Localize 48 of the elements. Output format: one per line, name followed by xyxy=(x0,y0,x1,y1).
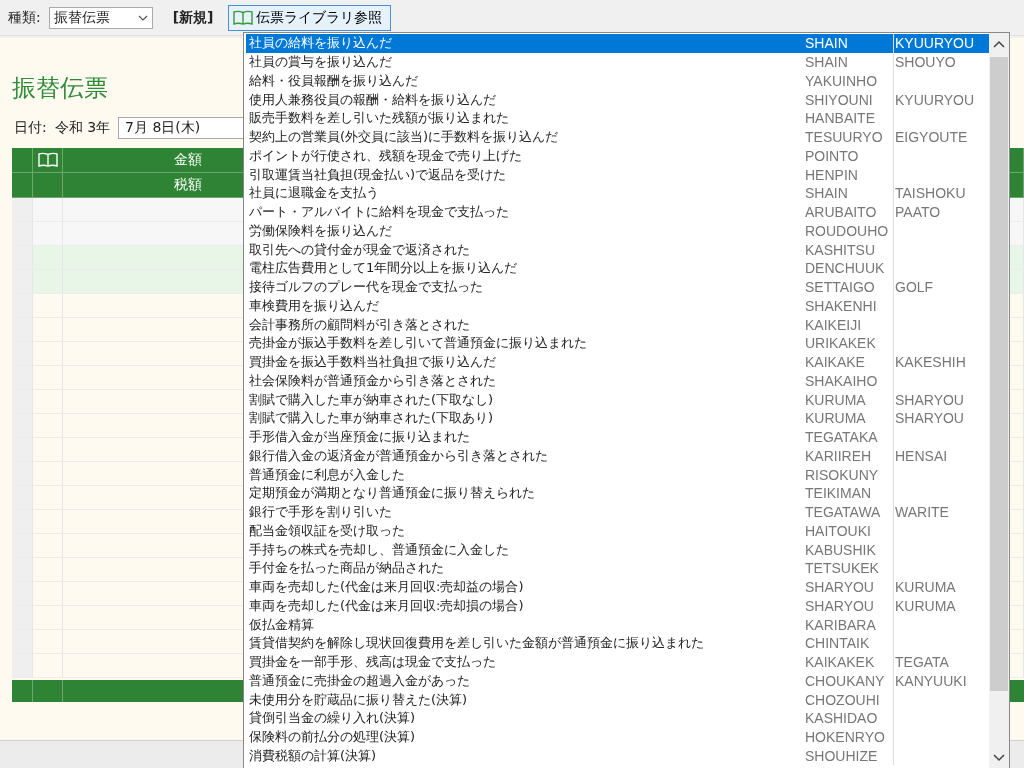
list-item[interactable]: 社員の賞与を振り込んだ SHAIN SHOUYO xyxy=(246,52,989,72)
list-item[interactable]: 手付金を払った商品が納品された TETSUKEK xyxy=(246,559,989,578)
list-item[interactable]: 給料・役員報酬を振り込んだ YAKUINHO xyxy=(246,71,989,91)
list-item[interactable]: パート・アルバイトに給料を現金で支払った ARUBAITO PAATO xyxy=(246,202,989,222)
list-item[interactable]: 仮払金精算 KARIBARA xyxy=(246,615,989,634)
list-item[interactable]: 普通預金に利息が入金した RISOKUNY xyxy=(246,465,989,484)
list-item[interactable]: 銀行借入金の返済金が普通預金から引き落とされた KARIIREH HENSAI xyxy=(246,446,989,466)
list-item[interactable]: 労働保険料を振り込んだ ROUDOUHO xyxy=(246,221,989,241)
list-item[interactable]: 社員の給料を振り込んだ SHAIN KYUURYOU xyxy=(246,34,989,53)
list-item[interactable]: 配当金領収証を受け取った HAITOUKI xyxy=(246,521,989,541)
list-item[interactable]: 貸倒引当金の繰り入れ(決算) KASHIDAO xyxy=(246,709,989,728)
list-item[interactable]: 未使用分を貯蔵品に振り替えた(決算) CHOZOUHI xyxy=(246,690,989,709)
list-item[interactable]: 定期預金が満期となり普通預金に振り替えられた TEIKIMAN xyxy=(246,484,989,503)
form-title: 振替伝票 xyxy=(12,73,108,104)
list-item[interactable]: 接待ゴルフのプレー代を現金で支払った SETTAIGO GOLF xyxy=(246,277,989,297)
list-item[interactable]: 車両を売却した(代金は来月回収:売却益の場合) SHARYOU KURUMA xyxy=(246,577,989,597)
list-item[interactable]: 社会保険料が普通預金から引き落とされた SHAKAIHO xyxy=(246,371,989,391)
list-item[interactable]: 売掛金が振込手数料を差し引いて普通預金に振り込まれた URIKAKEK xyxy=(246,334,989,353)
list-item[interactable]: 販売手数料を差し引いた残額が振り込まれた HANBAITE xyxy=(246,109,989,128)
list-item[interactable]: 車両を売却した(代金は来月回収:売却損の場合) SHARYOU KURUMA xyxy=(246,596,989,616)
list-item[interactable]: 車検費用を振り込んだ SHAKENHI xyxy=(246,296,989,316)
list-item[interactable]: 保険料の前払分の処理(決算) HOKENRYO xyxy=(246,727,989,747)
date-label: 日付: xyxy=(14,119,47,137)
list-item[interactable]: 使用人兼務役員の報酬・給料を振り込んだ SHIYOUNI KYUURYOU xyxy=(246,90,989,109)
book-icon xyxy=(37,152,58,168)
list-item[interactable]: 買掛金を振込手数料当社負担で振り込んだ KAIKAKE KAKESHIH xyxy=(246,352,989,372)
list-item[interactable]: 会計事務所の顧問料が引き落とされた KAIKEIJI xyxy=(246,315,989,334)
list-item[interactable]: 買掛金を一部手形、残高は現金で支払った KAIKAKEK TEGATA xyxy=(246,652,989,672)
list-item[interactable]: 普通預金に売掛金の超過入金があった CHOUKANY KANYUUKI xyxy=(246,671,989,691)
list-item[interactable]: 賃貸借契約を解除し現状回復費用を差し引いた金額が普通預金に振り込まれた CHINTAIK xyxy=(246,634,989,653)
list-item[interactable]: 取引先への貸付金が現金で返済された KASHITSU xyxy=(246,240,989,259)
library-button[interactable]: 伝票ライブラリ参照 xyxy=(227,4,391,31)
list-item[interactable]: 電柱広告費用として1年間分以上を振り込んだ DENCHUUK xyxy=(246,259,989,278)
list-item[interactable]: 手持ちの株式を売却し、普通預金に入金した KABUSHIK xyxy=(246,540,989,559)
era-year: 令和 3年 xyxy=(54,119,111,137)
list-item[interactable]: 割賦で購入した車が納車された(下取なし) KURUMA SHARYOU xyxy=(246,390,989,409)
mode-label: [新規] xyxy=(172,8,214,27)
type-dropdown[interactable]: 振替伝票 xyxy=(48,6,153,29)
list-item[interactable]: 消費税額の計算(決算) SHOUHIZE xyxy=(246,746,989,766)
scrollbar[interactable] xyxy=(989,33,1009,768)
list-item[interactable]: 割賦で購入した車が納車された(下取あり) KURUMA SHARYOU xyxy=(246,409,989,428)
type-label: 種類: xyxy=(8,8,41,27)
list-item[interactable]: 銀行で手形を割り引いた TEGATAWA WARITE xyxy=(246,502,989,522)
list-item[interactable]: 手形借入金が当座預金に振り込まれた TEGATAKA xyxy=(246,427,989,447)
book-icon xyxy=(232,9,253,26)
list-item[interactable]: 契約上の営業員(外交員に該当)に手数料を振り込んだ TESUURYO EIGYOUTE xyxy=(246,127,989,147)
header-cell xyxy=(12,173,33,198)
chevron-down-icon xyxy=(137,14,148,21)
